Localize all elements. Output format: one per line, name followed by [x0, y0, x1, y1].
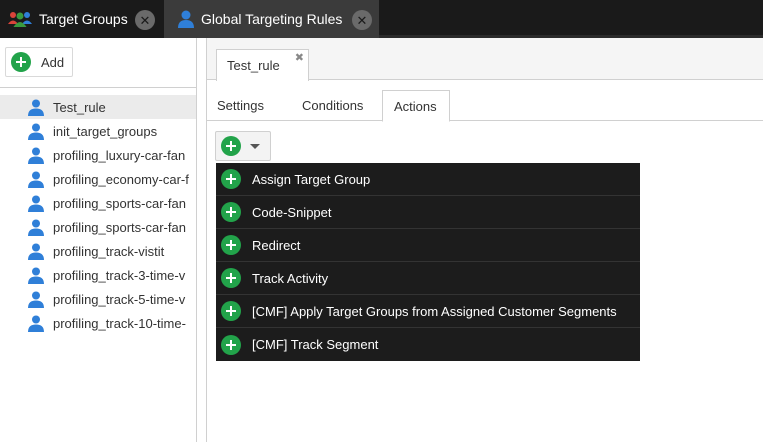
add-icon [221, 235, 241, 255]
list-item-label: init_target_groups [53, 123, 158, 139]
menu-item[interactable]: Code-Snippet [216, 196, 640, 229]
tab-settings[interactable]: Settings [217, 90, 287, 121]
add-icon [221, 169, 241, 189]
close-icon[interactable]: ✕ [135, 10, 155, 30]
menu-item[interactable]: Track Activity [216, 262, 640, 295]
user-icon [28, 171, 44, 188]
close-icon[interactable]: ✖ [295, 51, 304, 64]
user-icon [28, 315, 44, 332]
user-icon [28, 243, 44, 260]
add-icon [221, 334, 241, 355]
close-icon[interactable]: ✕ [352, 10, 372, 30]
rules-tree: Test_rule init_target_groups profiling_lux… [0, 95, 196, 335]
list-item-label: profiling_track-3-time-v [53, 267, 186, 283]
add-icon [221, 202, 241, 222]
tab-test-rule[interactable]: Test_rule ✖ [216, 49, 309, 81]
top-tab-bar: Target Groups ✕ Global Targeting Rules ✕ [0, 0, 763, 38]
menu-item-label: Assign Target Group [252, 171, 371, 187]
list-item-label: profiling_track-10-time- [53, 315, 186, 331]
chevron-down-icon [250, 143, 260, 149]
tab-global-targeting-rules[interactable]: Global Targeting Rules ✕ [164, 0, 379, 38]
add-icon [221, 136, 241, 156]
list-item-label: profiling_sports-car-fan [53, 195, 186, 211]
list-item-label: profiling_luxury-car-fan [53, 147, 186, 163]
user-icon [28, 219, 44, 236]
list-item-label: profiling_track-vistit [53, 243, 165, 259]
menu-item[interactable]: [CMF] Track Segment [216, 328, 640, 361]
list-item[interactable]: profiling_track-3-time-v [0, 263, 196, 287]
add-icon [221, 268, 241, 288]
user-icon [28, 195, 44, 212]
add-action-menu: Assign Target Group Code-Snippet Redirect T… [216, 163, 640, 361]
menu-item-label: Code-Snippet [252, 204, 332, 220]
list-item[interactable]: profiling_track-vistit [0, 239, 196, 263]
tab-global-targeting-rules-label: Global Targeting Rules [201, 11, 343, 27]
list-item[interactable]: profiling_economy-car-f [0, 167, 196, 191]
list-item-label: profiling_sports-car-fan [53, 219, 186, 235]
editor-tab-bar: Test_rule ✖ [207, 38, 763, 81]
tab-target-groups-label: Target Groups [39, 11, 128, 27]
user-icon [28, 99, 44, 116]
user-icon [28, 147, 44, 164]
menu-item-label: [CMF] Apply Target Groups from Assigned … [252, 303, 617, 319]
menu-item[interactable]: [CMF] Apply Target Groups from Assigned … [216, 295, 640, 328]
list-item-label: Test_rule [53, 99, 106, 115]
users-group-icon [8, 12, 32, 27]
list-item[interactable]: profiling_sports-car-fan [0, 191, 196, 215]
menu-item[interactable]: Redirect [216, 229, 640, 262]
add-button-label: Add [41, 54, 65, 70]
rules-list-panel: Add Test_rule init_target_groups profiling… [0, 38, 197, 442]
add-icon [11, 52, 31, 72]
tab-conditions[interactable]: Conditions [302, 90, 374, 121]
left-toolbar: Add [0, 38, 196, 88]
add-button[interactable]: Add [5, 47, 74, 77]
user-icon [28, 267, 44, 284]
tab-test-rule-label: Test_rule [227, 58, 280, 73]
user-icon [28, 291, 44, 308]
tab-target-groups[interactable]: Target Groups ✕ [0, 0, 164, 38]
list-item[interactable]: Test_rule [0, 95, 196, 119]
user-icon [28, 123, 44, 140]
list-item[interactable]: profiling_sports-car-fan [0, 215, 196, 239]
editor-subtabs: Settings Conditions Actions [207, 90, 763, 122]
add-action-button[interactable] [215, 131, 271, 161]
tab-actions[interactable]: Actions [382, 90, 450, 122]
list-item[interactable]: profiling_luxury-car-fan [0, 143, 196, 167]
menu-item-label: [CMF] Track Segment [252, 337, 379, 352]
list-item-label: profiling_track-5-time-v [53, 291, 186, 307]
menu-item-label: Track Activity [252, 270, 329, 286]
list-item-label: profiling_economy-car-f [53, 171, 189, 187]
rule-editor-panel: Test_rule ✖ Settings Conditions Actions … [206, 38, 763, 442]
menu-item-label: Redirect [252, 237, 301, 253]
user-icon [178, 10, 194, 28]
menu-item[interactable]: Assign Target Group [216, 163, 640, 196]
list-item[interactable]: init_target_groups [0, 119, 196, 143]
list-item[interactable]: profiling_track-10-time- [0, 311, 196, 335]
add-icon [221, 301, 241, 321]
list-item[interactable]: profiling_track-5-time-v [0, 287, 196, 311]
